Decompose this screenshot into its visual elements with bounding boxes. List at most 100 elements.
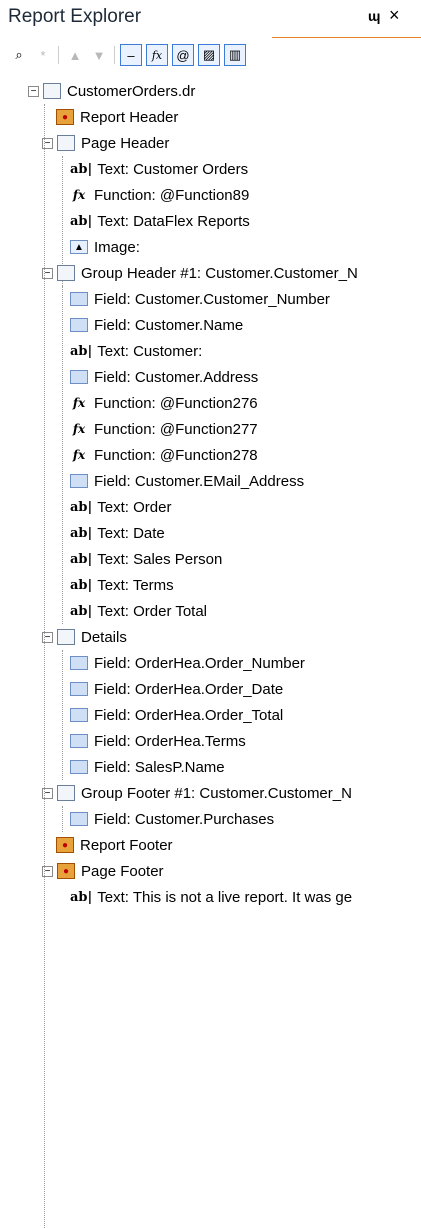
tree-item-field[interactable]: Field: OrderHea.Order_Number	[70, 650, 305, 676]
tree-item-label: Field: Customer.Address	[94, 368, 259, 386]
tree-item-label: Page Header	[81, 134, 170, 152]
collapse-icon[interactable]: −	[42, 631, 53, 643]
tree-item-function[interactable]: fx Function: @Function277	[70, 416, 258, 442]
collapse-icon[interactable]: −	[42, 267, 53, 279]
tree-item-label: Field: OrderHea.Order_Date	[94, 680, 284, 698]
collapse-icon[interactable]: −	[42, 137, 53, 149]
tree-item-label: Function: @Function89	[94, 186, 250, 204]
tree-item-label: Report Footer	[80, 836, 173, 854]
field-icon	[70, 682, 88, 696]
tree-item-group-header[interactable]: − Group Header #1: Customer.Customer_N	[42, 260, 358, 286]
report-band-icon: ●	[56, 109, 74, 125]
field-icon	[70, 708, 88, 722]
tree-item-field[interactable]: Field: OrderHea.Terms	[70, 728, 246, 754]
tree-item-details[interactable]: − Details	[42, 624, 127, 650]
function-icon: fx	[72, 396, 86, 410]
close-icon[interactable]: ×	[389, 5, 400, 26]
tree-item-field[interactable]: Field: OrderHea.Order_Date	[70, 676, 283, 702]
tree-item-field[interactable]: Field: Customer.Address	[70, 364, 258, 390]
text-icon: ab|	[70, 499, 93, 515]
move-down-button[interactable]: ▼	[88, 44, 110, 66]
tree-item-text[interactable]: ab| Text: Customer:	[70, 338, 202, 364]
tree-item-label: Report Header	[80, 108, 179, 126]
tree-item-label: Field: OrderHea.Terms	[94, 732, 246, 750]
find-next-button[interactable]: *	[32, 44, 54, 66]
toolbar: ⌕ * ▲ ▼ – fx @ ▨ ▥	[0, 38, 421, 72]
field-icon	[70, 812, 88, 826]
tree-item-page-footer[interactable]: − ● Page Footer	[42, 858, 164, 884]
field-icon	[70, 760, 88, 774]
function-icon: fx	[72, 188, 86, 202]
tree-item-text[interactable]: ab| Text: Sales Person	[70, 546, 222, 572]
tree-item-field[interactable]: Field: Customer.Customer_Number	[70, 286, 330, 312]
at-icon: @	[176, 47, 190, 63]
field-icon	[70, 318, 88, 332]
tree-item-field[interactable]: Field: SalesP.Name	[70, 754, 225, 780]
tree-item-report-footer[interactable]: ● Report Footer	[56, 832, 173, 858]
tree-item-text[interactable]: ab| Text: Terms	[70, 572, 174, 598]
tree-item-field[interactable]: Field: Customer.Name	[70, 312, 243, 338]
report-band-icon: ●	[57, 863, 75, 879]
tree-item-label: Field: Customer.EMail_Address	[94, 472, 305, 490]
field-icon	[70, 656, 88, 670]
tree-item-group-footer[interactable]: − Group Footer #1: Customer.Customer_N	[42, 780, 352, 806]
text-icon: ab|	[70, 343, 93, 359]
tree-item-field[interactable]: Field: OrderHea.Order_Total	[70, 702, 283, 728]
move-up-button[interactable]: ▲	[64, 44, 86, 66]
tree-item-text[interactable]: ab| Text: Order	[70, 494, 171, 520]
report-band-icon: ●	[56, 837, 74, 853]
tree-item-label: Text: Customer:	[97, 342, 203, 360]
tree-item-label: Text: Date	[97, 524, 165, 542]
toggle-lines-button[interactable]: –	[120, 44, 142, 66]
tree-item-label: Field: SalesP.Name	[94, 758, 225, 776]
panel-icon: ▥	[228, 47, 242, 62]
tree-item-text[interactable]: ab| Text: Customer Orders	[70, 156, 248, 182]
find-button[interactable]: ⌕	[8, 44, 30, 66]
tree-item-page-header[interactable]: − Page Header	[42, 130, 169, 156]
text-icon: ab|	[70, 551, 93, 567]
tree-item-label: Function: @Function276	[94, 394, 258, 412]
tree-item-report-header[interactable]: ● Report Header	[56, 104, 178, 130]
tree-root[interactable]: − CustomerOrders.dr	[28, 78, 195, 104]
tree-item-text[interactable]: ab| Text: Date	[70, 520, 165, 546]
report-file-icon	[43, 83, 61, 99]
toggle-images-button[interactable]: ▨	[198, 44, 220, 66]
tree-item-label: Text: Terms	[97, 576, 174, 594]
text-icon: ab|	[70, 525, 93, 541]
panel-title: Report Explorer	[8, 6, 142, 27]
toggle-panels-button[interactable]: ▥	[224, 44, 246, 66]
tree-item-label: Function: @Function278	[94, 446, 258, 464]
tree-item-text[interactable]: ab| Text: This is not a live report. It …	[70, 884, 352, 910]
tree-item-function[interactable]: fx Function: @Function278	[70, 442, 258, 468]
tree-item-label: Page Footer	[81, 862, 164, 880]
tree-item-label: Text: Sales Person	[97, 550, 223, 568]
tree-item-field[interactable]: Field: Customer.EMail_Address	[70, 468, 304, 494]
tree-item-label: Text: Order	[97, 498, 172, 516]
tree-item-label: Field: Customer.Customer_Number	[94, 290, 330, 308]
field-icon	[70, 734, 88, 748]
pin-icon[interactable]: ɰ	[368, 8, 380, 24]
field-icon	[70, 292, 88, 306]
field-icon	[70, 474, 88, 488]
tree-item-label: Image:	[94, 238, 140, 256]
text-icon: ab|	[70, 161, 93, 177]
band-icon	[57, 785, 75, 801]
collapse-icon[interactable]: −	[42, 787, 53, 799]
tree-item-label: Field: OrderHea.Order_Total	[94, 706, 284, 724]
collapse-icon[interactable]: −	[28, 85, 39, 97]
tree-item-field[interactable]: Field: Customer.Purchases	[70, 806, 274, 832]
tree-item-function[interactable]: fx Function: @Function89	[70, 182, 249, 208]
tree-item-label: Text: Customer Orders	[97, 160, 249, 178]
tree-item-image[interactable]: ▲ Image:	[70, 234, 140, 260]
band-icon	[57, 265, 75, 281]
tree-item-label: Details	[81, 628, 127, 646]
tree-item-function[interactable]: fx Function: @Function276	[70, 390, 258, 416]
toggle-parameters-button[interactable]: @	[172, 44, 194, 66]
tree-item-label: Field: Customer.Purchases	[94, 810, 275, 828]
tree-line	[62, 286, 63, 624]
tree-item-text[interactable]: ab| Text: DataFlex Reports	[70, 208, 250, 234]
toggle-functions-button[interactable]: fx	[146, 44, 168, 66]
tree-item-text[interactable]: ab| Text: Order Total	[70, 598, 207, 624]
toolbar-separator	[114, 46, 115, 64]
collapse-icon[interactable]: −	[42, 865, 53, 877]
